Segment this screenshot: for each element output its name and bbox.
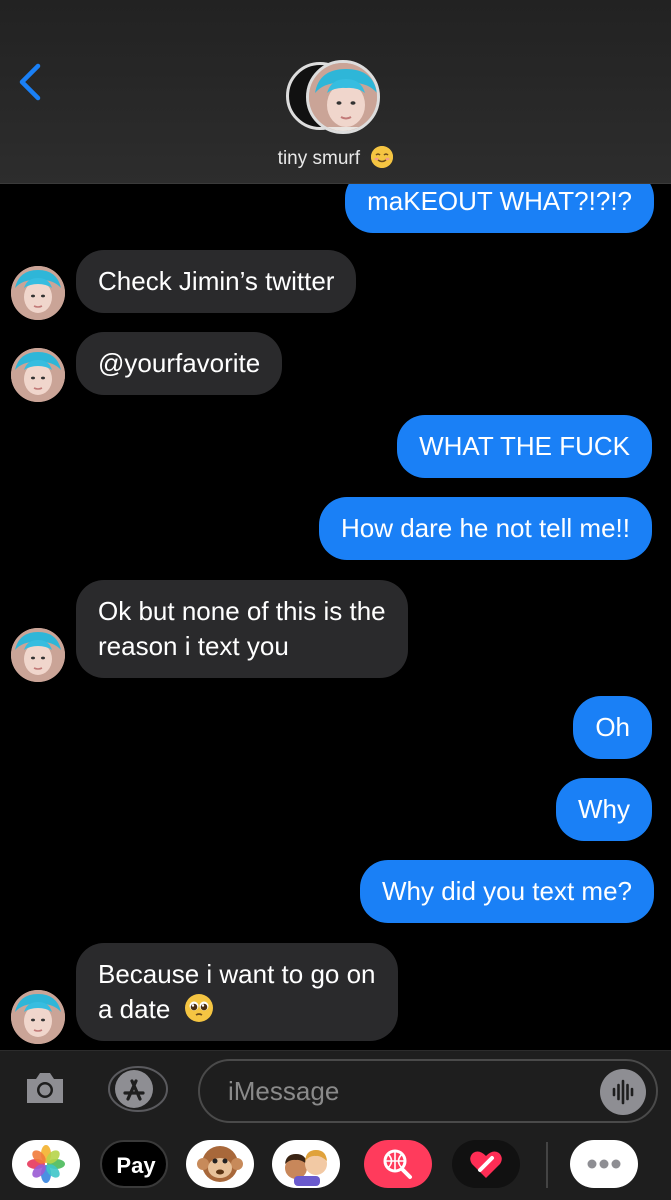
app-drawer: Pay xyxy=(0,1130,671,1200)
photos-app-icon[interactable] xyxy=(12,1140,80,1188)
digital-touch-icon[interactable] xyxy=(452,1140,520,1188)
pleading-face-emoji xyxy=(184,994,213,1022)
message-bubble-outgoing[interactable]: Oh xyxy=(573,696,652,759)
memoji-icon[interactable] xyxy=(272,1140,340,1188)
sender-avatar[interactable] xyxy=(11,266,65,320)
apple-pay-label: Pay xyxy=(116,1153,156,1178)
message-bubble-outgoing[interactable]: WHAT THE FUCK xyxy=(397,415,652,478)
message-bubble-outgoing[interactable]: Why did you text me? xyxy=(360,860,654,923)
message-text: Why xyxy=(578,794,630,824)
conversation-header: tiny smurf xyxy=(0,0,671,184)
message-bubble-incoming[interactable]: Because i want to go on a date xyxy=(76,943,398,1041)
drawer-divider xyxy=(546,1142,548,1188)
sender-avatar[interactable] xyxy=(11,990,65,1044)
message-text: How dare he not tell me!! xyxy=(340,513,630,543)
message-text-line: reason i text you xyxy=(98,631,289,661)
message-bubble-outgoing[interactable]: How dare he not tell me!! xyxy=(318,497,652,560)
message-bubble-outgoing[interactable]: Why xyxy=(556,778,652,841)
message-bubble-incoming[interactable]: @yourfavorite xyxy=(76,332,283,395)
message-bubble-incoming[interactable]: Ok but none of this is the reason i text… xyxy=(76,580,408,678)
sender-avatar[interactable] xyxy=(11,348,65,402)
relieved-face-emoji xyxy=(371,146,394,168)
message-text: Check Jimin’s twitter xyxy=(98,266,335,296)
message-text-line: a date xyxy=(98,994,171,1024)
contact-avatar[interactable] xyxy=(286,60,386,136)
contact-photo xyxy=(306,60,380,134)
animoji-monkey-icon[interactable] xyxy=(186,1140,254,1188)
camera-button[interactable] xyxy=(22,1065,68,1111)
message-bubble-outgoing[interactable]: maKEOUT WHAT?!?!? xyxy=(345,184,654,233)
message-text-line: Ok but none of this is the xyxy=(98,596,386,626)
message-text: Oh xyxy=(595,712,630,742)
audio-waveform-icon xyxy=(612,1079,634,1105)
camera-icon xyxy=(27,1073,63,1103)
compose-bar xyxy=(0,1050,671,1130)
apple-pay-icon[interactable]: Pay xyxy=(100,1140,168,1188)
message-text: @yourfavorite xyxy=(98,348,261,378)
message-text-line-with-emoji: a date xyxy=(98,992,376,1027)
message-text: Why did you text me? xyxy=(382,876,632,906)
message-bubble-incoming[interactable]: Check Jimin’s twitter xyxy=(76,250,357,313)
contact-name: tiny smurf xyxy=(277,148,361,169)
app-store-button[interactable] xyxy=(108,1065,168,1113)
message-list[interactable]: maKEOUT WHAT?!?!? Check Jimin’s twitter … xyxy=(0,184,671,1050)
sender-avatar[interactable] xyxy=(11,628,65,682)
back-button[interactable] xyxy=(14,60,50,104)
audio-message-button[interactable] xyxy=(600,1069,646,1115)
message-text: WHAT THE FUCK xyxy=(419,431,630,461)
message-text: maKEOUT WHAT?!?!? xyxy=(367,186,632,216)
chevron-left-icon xyxy=(19,63,41,101)
message-text-line: Because i want to go on xyxy=(98,959,376,989)
message-input[interactable] xyxy=(198,1059,658,1123)
more-apps-icon[interactable] xyxy=(570,1140,638,1188)
contact-name-row[interactable]: tiny smurf xyxy=(0,146,671,170)
web-search-icon[interactable] xyxy=(364,1140,432,1188)
app-store-icon xyxy=(108,1066,168,1112)
